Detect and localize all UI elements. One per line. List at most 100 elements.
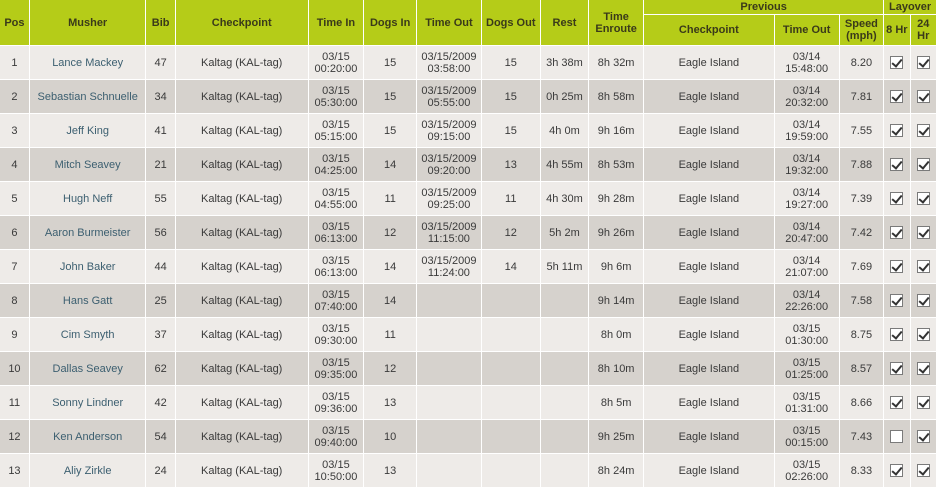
musher-link[interactable]: Sebastian Schnuelle xyxy=(29,79,147,114)
dogs-in-cell: 15 xyxy=(363,45,417,80)
time-in-cell: 03/15 05:15:00 xyxy=(308,113,365,148)
dogs-out-cell: 14 xyxy=(481,249,541,284)
musher-link[interactable]: Aaron Burmeister xyxy=(29,215,147,250)
musher-link[interactable]: Jeff King xyxy=(29,113,147,148)
dogs-in-cell: 10 xyxy=(363,419,417,454)
time-in-time: 06:13:00 xyxy=(314,266,358,279)
layover-hr24-cell xyxy=(910,79,937,114)
time-out-time: 09:20:00 xyxy=(427,164,471,177)
col-speed[interactable]: Speed (mph) xyxy=(839,14,885,46)
pos-cell: 6 xyxy=(0,215,30,250)
col-checkpoint[interactable]: Checkpoint xyxy=(175,0,309,46)
time-out-cell xyxy=(416,351,482,386)
layover-hr24-checkbox[interactable] xyxy=(916,226,930,239)
layover-hr24-checkbox[interactable] xyxy=(916,56,930,69)
layover-hr24-checkbox[interactable] xyxy=(916,294,930,307)
prev-time-out-date: 03/15 xyxy=(792,458,821,471)
layover-hr8-cell xyxy=(883,385,911,420)
musher-link[interactable]: Hugh Neff xyxy=(29,181,147,216)
layover-hr8-checkbox[interactable] xyxy=(890,158,904,171)
prev-time-out-cell: 03/14 20:32:00 xyxy=(774,79,840,114)
pos-cell: 7 xyxy=(0,249,30,284)
musher-link[interactable]: Mitch Seavey xyxy=(29,147,147,182)
time-out-cell: 03/15/2009 03:58:00 xyxy=(416,45,482,80)
layover-hr8-checkbox[interactable] xyxy=(890,90,904,103)
rest-cell: 5h 2m xyxy=(540,215,590,250)
layover-hr24-checkbox[interactable] xyxy=(916,464,930,477)
prev-time-out-cell: 03/15 02:26:00 xyxy=(774,453,840,488)
prev-time-out-time: 22:26:00 xyxy=(785,300,829,313)
layover-hr8-checkbox[interactable] xyxy=(890,430,904,443)
layover-hr24-checkbox[interactable] xyxy=(916,396,930,409)
musher-link[interactable]: Aliy Zirkle xyxy=(29,453,147,488)
layover-hr8-checkbox[interactable] xyxy=(890,464,904,477)
rest-cell xyxy=(540,317,590,352)
layover-hr8-checkbox[interactable] xyxy=(890,362,904,375)
time-enroute-cell: 8h 58m xyxy=(588,79,644,114)
musher-link[interactable]: Ken Anderson xyxy=(29,419,147,454)
layover-hr8-checkbox[interactable] xyxy=(890,260,904,273)
musher-link[interactable]: Cim Smyth xyxy=(29,317,147,352)
table-row: 2 Sebastian Schnuelle 34 Kaltag (KAL-tag) 03… xyxy=(0,79,937,114)
layover-hr24-checkbox[interactable] xyxy=(916,124,930,137)
layover-hr24-checkbox[interactable] xyxy=(916,90,930,103)
dogs-in-cell: 12 xyxy=(363,351,417,386)
layover-hr8-cell xyxy=(883,215,911,250)
layover-hr8-checkbox[interactable] xyxy=(890,294,904,307)
col-prev-checkpoint[interactable]: Checkpoint xyxy=(643,14,775,46)
col-prev-time-out[interactable]: Time Out xyxy=(774,14,840,46)
table-row: 6 Aaron Burmeister 56 Kaltag (KAL-tag) 03/15… xyxy=(0,215,937,250)
layover-hr24-checkbox[interactable] xyxy=(916,260,930,273)
rest-cell: 4h 30m xyxy=(540,181,590,216)
col-dogs-out[interactable]: Dogs Out xyxy=(481,0,541,46)
col-time-in[interactable]: Time In xyxy=(308,0,365,46)
col-dogs-in[interactable]: Dogs In xyxy=(363,0,417,46)
layover-hr8-checkbox[interactable] xyxy=(890,124,904,137)
layover-hr8-cell xyxy=(883,45,911,80)
prev-time-out-cell: 03/15 01:30:00 xyxy=(774,317,840,352)
bib-cell: 41 xyxy=(145,113,176,148)
bib-cell: 44 xyxy=(145,249,176,284)
col-pos[interactable]: Pos xyxy=(0,0,30,46)
time-out-date: 03/15/2009 xyxy=(421,118,477,131)
col-bib[interactable]: Bib xyxy=(145,0,176,46)
layover-hr8-checkbox[interactable] xyxy=(890,328,904,341)
bib-cell: 42 xyxy=(145,385,176,420)
layover-hr24-cell xyxy=(910,385,937,420)
rest-cell: 4h 0m xyxy=(540,113,590,148)
layover-hr8-checkbox[interactable] xyxy=(890,192,904,205)
col-rest[interactable]: Rest xyxy=(540,0,590,46)
layover-hr24-checkbox[interactable] xyxy=(916,362,930,375)
col-time-out[interactable]: Time Out xyxy=(416,0,482,46)
layover-hr24-checkbox[interactable] xyxy=(916,430,930,443)
musher-link[interactable]: Sonny Lindner xyxy=(29,385,147,420)
standings-body: 1 Lance Mackey 47 Kaltag (KAL-tag) 03/15 00:2… xyxy=(0,45,937,488)
bib-cell: 34 xyxy=(145,79,176,114)
layover-hr24-checkbox[interactable] xyxy=(916,328,930,341)
layover-hr8-checkbox[interactable] xyxy=(890,56,904,69)
prev-time-out-time: 19:59:00 xyxy=(785,130,829,143)
speed-cell: 8.66 xyxy=(839,385,885,420)
time-enroute-cell: 8h 10m xyxy=(588,351,644,386)
musher-link[interactable]: Hans Gatt xyxy=(29,283,147,318)
prev-time-out-date: 03/15 xyxy=(792,424,821,437)
prev-checkpoint-cell: Eagle Island xyxy=(643,419,775,454)
col-musher[interactable]: Musher xyxy=(29,0,147,46)
time-in-cell: 03/15 05:30:00 xyxy=(308,79,365,114)
pos-cell: 1 xyxy=(0,45,30,80)
time-enroute-cell: 9h 14m xyxy=(588,283,644,318)
musher-link[interactable]: Dallas Seavey xyxy=(29,351,147,386)
layover-hr8-checkbox[interactable] xyxy=(890,396,904,409)
prev-time-out-time: 01:30:00 xyxy=(785,334,829,347)
time-in-date: 03/15 xyxy=(322,458,350,471)
layover-hr24-checkbox[interactable] xyxy=(916,158,930,171)
dogs-in-cell: 15 xyxy=(363,79,417,114)
time-enroute-cell: 8h 32m xyxy=(588,45,644,80)
layover-hr8-checkbox[interactable] xyxy=(890,226,904,239)
col-time-enroute[interactable]: Time Enroute xyxy=(588,0,644,46)
musher-link[interactable]: John Baker xyxy=(29,249,147,284)
col-layover-24hr: 24 Hr xyxy=(910,14,937,46)
layover-hr24-cell xyxy=(910,317,937,352)
musher-link[interactable]: Lance Mackey xyxy=(29,45,147,80)
layover-hr24-checkbox[interactable] xyxy=(916,192,930,205)
